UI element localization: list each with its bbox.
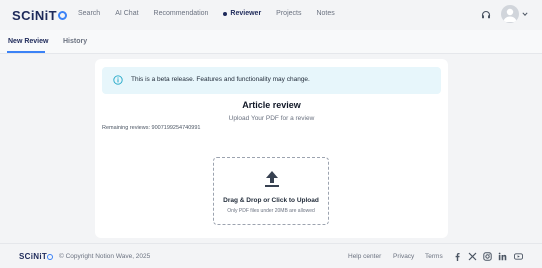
nav-label: AI Chat [115, 10, 139, 17]
beta-banner-text: This is a beta release. Features and fun… [131, 76, 310, 83]
instagram-icon[interactable] [483, 252, 492, 261]
nav-label: Reviewer [230, 10, 262, 17]
dropzone-subtitle: Only PDF files under 20MB are allowed [227, 208, 315, 214]
nav-label: Recommendation [153, 10, 209, 17]
tab-new-review[interactable]: New Review [8, 38, 48, 45]
headset-icon[interactable] [481, 10, 491, 20]
scinito-logo[interactable]: SCiNiT [12, 8, 68, 23]
x-icon[interactable] [468, 252, 477, 261]
nav-item-notes[interactable]: Notes [316, 10, 334, 17]
chevron-down-icon[interactable] [522, 11, 528, 17]
footer-link-help-center[interactable]: Help center [348, 253, 381, 260]
facebook-icon[interactable] [453, 252, 462, 261]
footer-link-terms[interactable]: Terms [425, 253, 443, 260]
footer-link-privacy[interactable]: Privacy [393, 253, 414, 260]
page-subtitle: Upload Your PDF for a review [228, 115, 315, 122]
top-navbar: SCiNiT Search AI Chat Recommendation Rev… [0, 0, 542, 30]
main-nav: Search AI Chat Recommendation Reviewer P… [78, 10, 350, 17]
nav-item-projects[interactable]: Projects [276, 10, 301, 17]
tab-history[interactable]: History [63, 38, 87, 45]
dropzone-title: Drag & Drop or Click to Upload [223, 197, 319, 204]
nav-item-reviewer[interactable]: Reviewer [223, 10, 261, 17]
youtube-icon[interactable] [514, 252, 523, 261]
logo-text: SCiNiT [12, 8, 58, 23]
remaining-reviews: Remaining reviews: 9007199254740991 [102, 125, 201, 131]
upload-icon [265, 171, 279, 187]
nav-label: Notes [316, 10, 335, 17]
nav-label: Projects [276, 10, 302, 17]
active-tab-indicator [7, 51, 45, 53]
pdf-dropzone[interactable]: Drag & Drop or Click to Upload Only PDF … [213, 157, 329, 225]
review-card: This is a beta release. Features and fun… [95, 59, 448, 238]
nav-item-ai-chat[interactable]: AI Chat [115, 10, 138, 17]
nav-item-recommendation[interactable]: Recommendation [154, 10, 209, 17]
footer: SCiNiT © Copyright Notion Wave, 2025 Hel… [0, 243, 542, 268]
info-icon [113, 75, 123, 85]
footer-logo[interactable]: SCiNiT [19, 252, 54, 261]
nav-item-search[interactable]: Search [78, 10, 100, 17]
logo-o-mark [58, 11, 68, 20]
page-title: Article review [242, 100, 301, 110]
active-dot-icon [223, 11, 228, 16]
beta-banner: This is a beta release. Features and fun… [102, 67, 441, 94]
footer-logo-text: SCiNiT [19, 252, 48, 261]
review-tabs: New Review History [0, 30, 542, 54]
linkedin-icon[interactable] [498, 252, 507, 261]
avatar[interactable] [501, 5, 519, 23]
logo-o-mark [47, 253, 54, 260]
user-icon [503, 8, 517, 22]
copyright-text: © Copyright Notion Wave, 2025 [59, 253, 151, 260]
nav-label: Search [78, 10, 101, 17]
